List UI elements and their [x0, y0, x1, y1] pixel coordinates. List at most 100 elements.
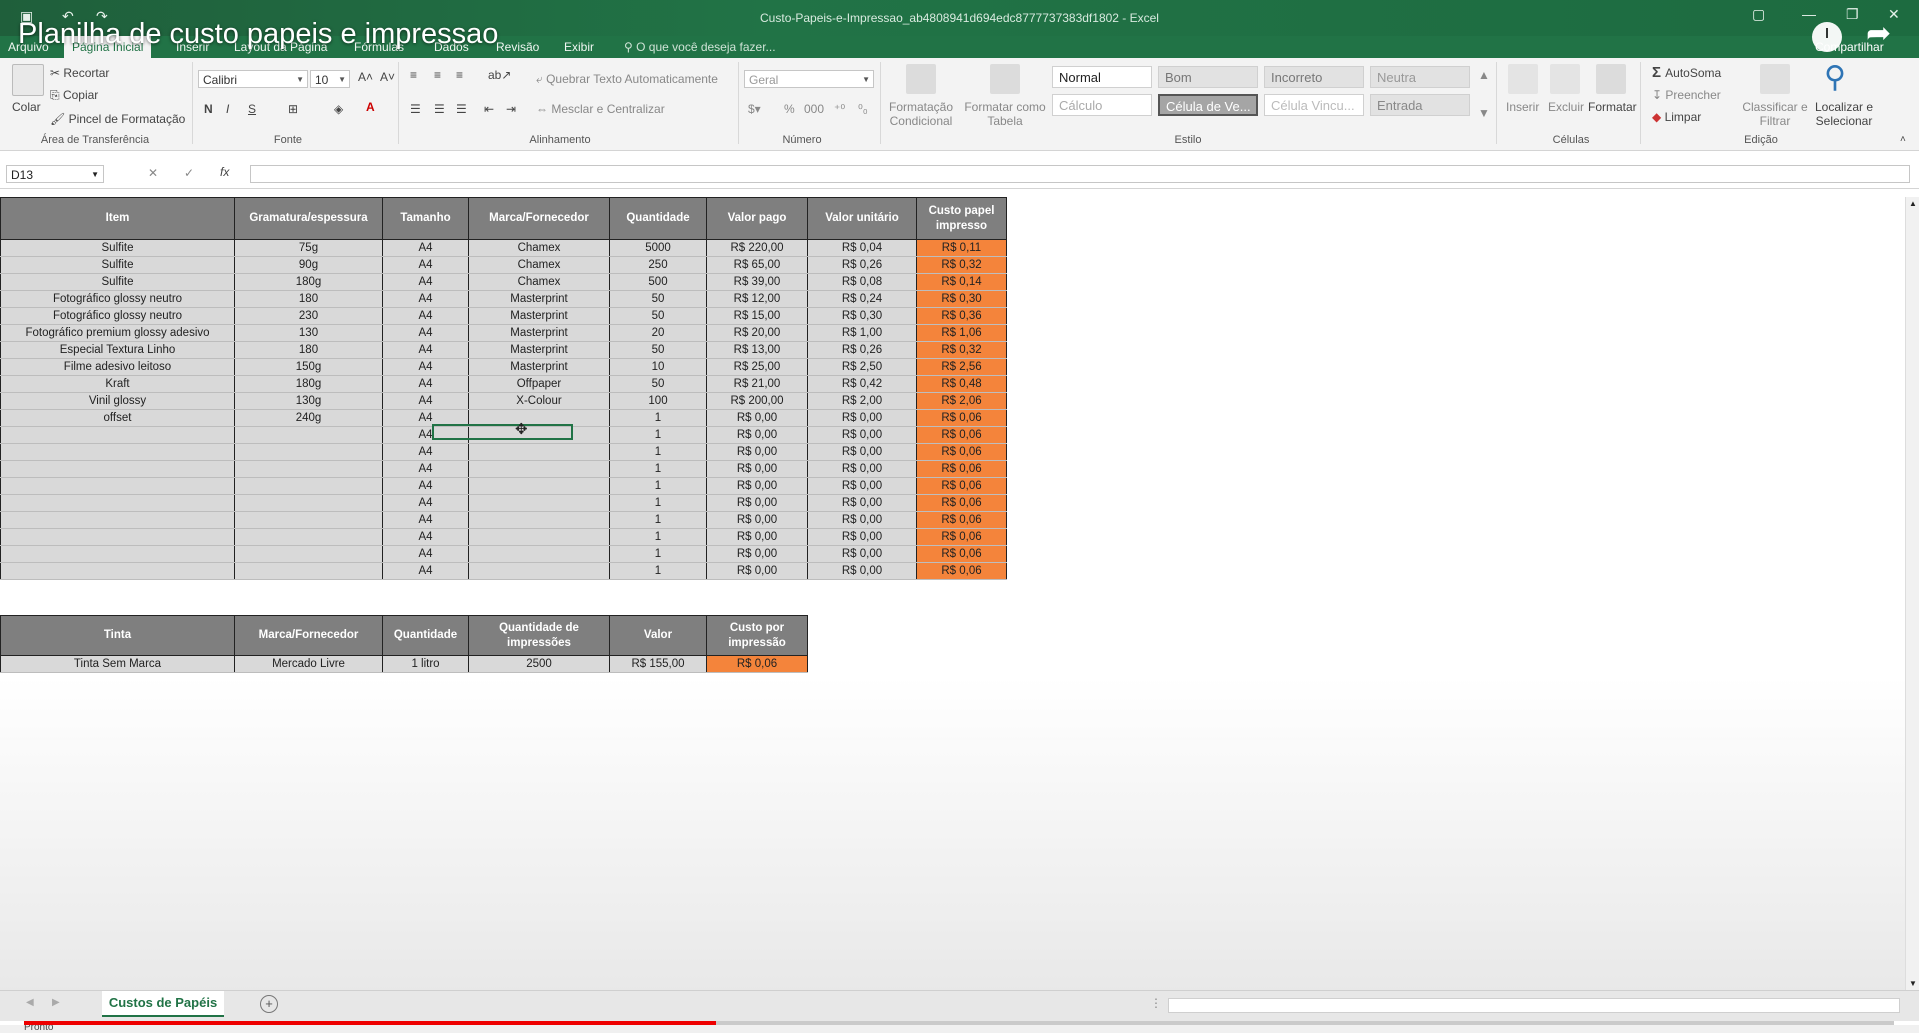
table-cell[interactable]: R$ 2,06 [916, 392, 1007, 410]
table-cell[interactable]: R$ 13,00 [706, 341, 808, 359]
magnifier-icon[interactable]: ⚲ [1824, 60, 1846, 95]
table-cell[interactable]: R$ 0,32 [916, 341, 1007, 359]
wrap-text-button[interactable]: ⤶ Quebrar Texto Automaticamente [536, 72, 718, 87]
paste-button[interactable]: Colar [12, 100, 41, 114]
table-cell[interactable] [468, 528, 610, 546]
table-cell[interactable] [0, 477, 235, 495]
table-cell[interactable]: 1 [609, 426, 707, 444]
table-cell[interactable]: A4 [382, 511, 469, 529]
format-painter-button[interactable]: 🖌 Pincel de Formatação [50, 112, 185, 126]
table-cell[interactable]: R$ 0,00 [807, 443, 917, 461]
format-table-icon[interactable] [990, 64, 1020, 94]
format-button[interactable]: Formatar [1588, 100, 1637, 114]
table-cell[interactable] [234, 528, 383, 546]
table-cell[interactable]: 240g [234, 409, 383, 427]
table-cell[interactable]: R$ 0,32 [916, 256, 1007, 274]
table-cell[interactable]: R$ 0,30 [916, 290, 1007, 308]
add-sheet-icon[interactable]: + [260, 995, 278, 1013]
table-cell[interactable]: 50 [609, 341, 707, 359]
table-cell[interactable] [0, 562, 235, 580]
active-cell-selection[interactable] [432, 424, 573, 440]
table-cell[interactable]: 10 [609, 358, 707, 376]
sheet-tab-custos[interactable]: Custos de Papéis [102, 991, 224, 1017]
ribbon-display-icon[interactable]: ▢ [1752, 6, 1765, 23]
merge-center-button[interactable]: ⇔ Mesclar e Centralizar [536, 102, 665, 116]
table-cell[interactable]: R$ 0,00 [706, 494, 808, 512]
table-cell[interactable]: R$ 0,24 [807, 290, 917, 308]
table-cell[interactable]: R$ 0,06 [916, 528, 1007, 546]
header-marca[interactable]: Marca/Fornecedor [234, 615, 383, 656]
table-cell[interactable]: 1 [609, 443, 707, 461]
table-cell[interactable]: R$ 20,00 [706, 324, 808, 342]
percent-icon[interactable]: % [784, 102, 795, 116]
table-cell[interactable]: 1 [609, 511, 707, 529]
table-cell[interactable]: Masterprint [468, 290, 610, 308]
table-cell[interactable]: 130 [234, 324, 383, 342]
table-cell[interactable] [468, 477, 610, 495]
header-quantidade[interactable]: Quantidade [609, 197, 707, 240]
table-cell[interactable]: R$ 1,06 [916, 324, 1007, 342]
table-cell[interactable]: offset [0, 409, 235, 427]
style-incorreto[interactable]: Incorreto [1264, 66, 1364, 88]
cut-button[interactable]: ✂ Recortar [50, 66, 109, 80]
table-cell[interactable] [468, 562, 610, 580]
font-size-select[interactable]: 10 ▼ [310, 70, 350, 88]
table-cell[interactable]: A4 [382, 392, 469, 410]
format-as-table-button[interactable]: Formatar como Tabela [962, 100, 1048, 128]
table-cell[interactable]: R$ 0,04 [807, 239, 917, 257]
table-cell[interactable]: R$ 0,00 [807, 409, 917, 427]
table-cell[interactable]: R$ 0,14 [916, 273, 1007, 291]
table-cell[interactable]: 1 [609, 528, 707, 546]
style-calculo[interactable]: Cálculo [1052, 94, 1152, 116]
table-cell[interactable]: A4 [382, 324, 469, 342]
table-cell[interactable]: Masterprint [468, 358, 610, 376]
table-cell[interactable]: R$ 0,00 [706, 477, 808, 495]
table-cell[interactable]: R$ 220,00 [706, 239, 808, 257]
table-cell[interactable]: 500 [609, 273, 707, 291]
table-cell[interactable]: A4 [382, 494, 469, 512]
table-cell[interactable]: Tinta Sem Marca [0, 655, 235, 673]
formula-input[interactable] [250, 165, 1910, 183]
style-neutra[interactable]: Neutra [1370, 66, 1470, 88]
table-cell[interactable]: Offpaper [468, 375, 610, 393]
header-tamanho[interactable]: Tamanho [382, 197, 469, 240]
align-middle-icon[interactable]: ≡ [434, 68, 441, 82]
table-cell[interactable]: R$ 0,00 [807, 494, 917, 512]
underline-button[interactable]: S [248, 102, 256, 116]
decrease-decimal-icon[interactable]: ⁰₀ [858, 102, 868, 116]
bold-button[interactable]: N [204, 102, 213, 116]
table-cell[interactable]: 5000 [609, 239, 707, 257]
format-cells-icon[interactable] [1596, 64, 1626, 94]
sort-filter-icon[interactable] [1760, 64, 1790, 94]
table-cell[interactable]: 180 [234, 341, 383, 359]
header-qtd-impressoes[interactable]: Quantidade de impressões [468, 615, 610, 656]
style-entrada[interactable]: Entrada [1370, 94, 1470, 116]
table-cell[interactable]: R$ 0,00 [807, 460, 917, 478]
align-left-icon[interactable]: ☰ [410, 102, 421, 116]
table-cell[interactable]: A4 [382, 358, 469, 376]
table-cell[interactable]: R$ 200,00 [706, 392, 808, 410]
table-cell[interactable]: R$ 21,00 [706, 375, 808, 393]
paste-icon[interactable] [12, 64, 44, 96]
align-top-icon[interactable]: ≡ [410, 68, 417, 82]
table-cell[interactable]: A4 [382, 307, 469, 325]
table-cell[interactable]: R$ 65,00 [706, 256, 808, 274]
fill-color-icon[interactable]: ◈ [334, 102, 343, 116]
orientation-icon[interactable]: ab↗ [488, 68, 511, 82]
table-cell[interactable]: X-Colour [468, 392, 610, 410]
table-cell[interactable] [234, 511, 383, 529]
table-cell[interactable]: 20 [609, 324, 707, 342]
table-cell[interactable]: Chamex [468, 273, 610, 291]
minimize-icon[interactable]: — [1802, 6, 1816, 22]
decrease-indent-icon[interactable]: ⇤ [484, 102, 494, 116]
autosum-button[interactable]: Σ AutoSoma [1652, 64, 1721, 81]
comma-style-icon[interactable]: 000 [804, 102, 824, 116]
table-cell[interactable]: Sulfite [0, 256, 235, 274]
tab-exibir[interactable]: Exibir [564, 40, 594, 54]
table-cell[interactable]: R$ 0,06 [916, 511, 1007, 529]
delete-cells-icon[interactable] [1550, 64, 1580, 94]
table-cell[interactable]: R$ 0,00 [706, 443, 808, 461]
table-cell[interactable]: 50 [609, 307, 707, 325]
table-cell[interactable]: A4 [382, 443, 469, 461]
delete-button[interactable]: Excluir [1548, 100, 1584, 114]
